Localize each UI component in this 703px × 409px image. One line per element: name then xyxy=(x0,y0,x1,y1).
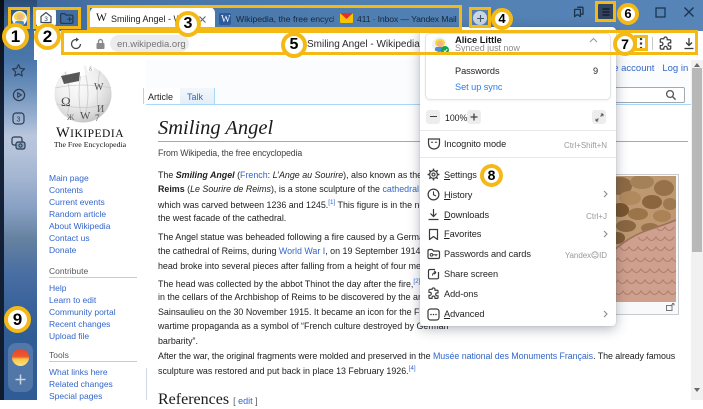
svg-text:3: 3 xyxy=(17,116,21,123)
svg-text:W: W xyxy=(80,110,91,122)
svg-text:Ω: Ω xyxy=(61,94,71,109)
svg-text:W: W xyxy=(94,82,104,93)
svg-text:δ: δ xyxy=(89,67,92,73)
svg-text:Ж: Ж xyxy=(67,113,75,122)
svg-text:7: 7 xyxy=(95,113,100,123)
